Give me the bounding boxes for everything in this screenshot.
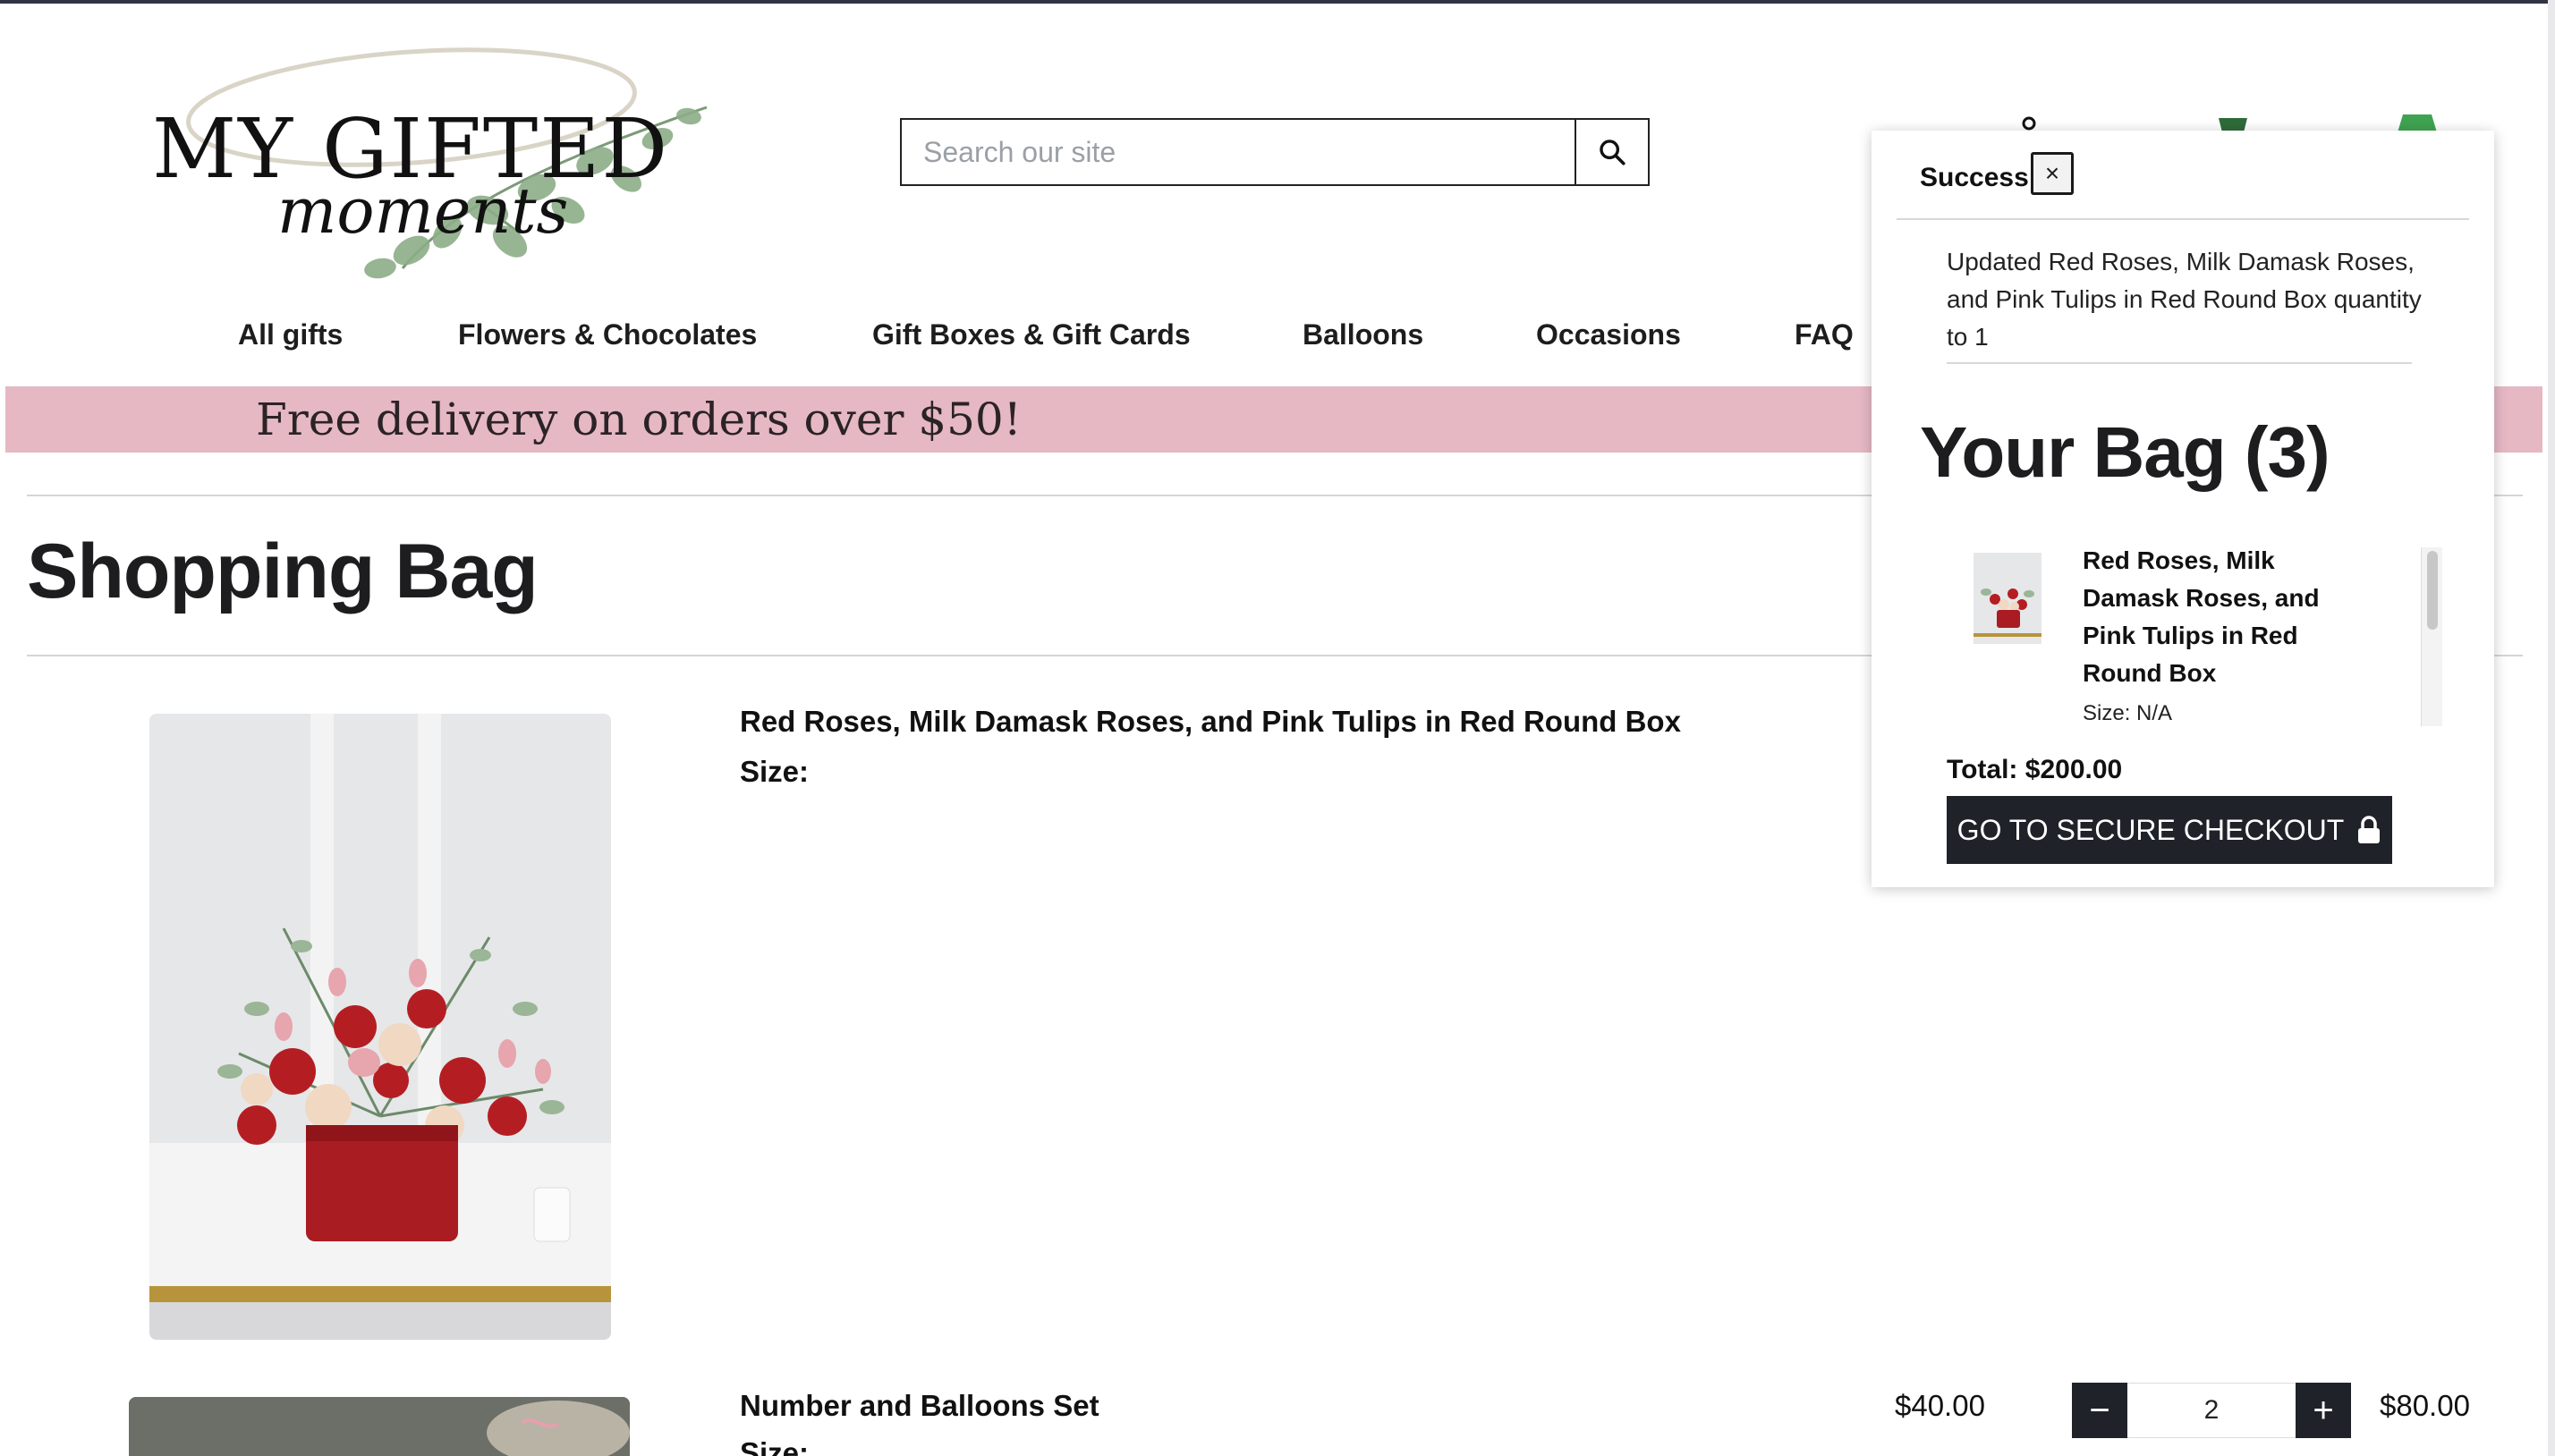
cart-item-name[interactable]: Number and Balloons Set [740,1389,1099,1423]
success-label: Success! [1920,163,2038,192]
site-logo[interactable]: MY GIFTED moments [143,27,716,295]
nav-item-gift-boxes[interactable]: Gift Boxes & Gift Cards [872,318,1191,351]
lock-icon [2358,816,2381,843]
bag-item-name[interactable]: Red Roses, Milk Damask Roses, and Pink T… [2083,542,2360,692]
product-image[interactable] [149,714,611,1340]
bag-title: Your Bag (3) [1920,412,2330,492]
unit-price: $40.00 [1895,1389,1985,1422]
search-input[interactable] [902,120,1575,184]
nav-item-occasions[interactable]: Occasions [1536,318,1681,351]
bag-item-size: Size: N/A [2083,701,2173,721]
cart-item-size: Size: [740,1436,810,1456]
divider [1947,362,2412,364]
bag-total: Total: $200.00 [1947,755,2123,784]
page-title: Shopping Bag [27,529,539,614]
cart-item-name[interactable]: Red Roses, Milk Damask Roses, and Pink T… [740,705,1681,739]
bag-item-thumbnail[interactable] [1974,553,2041,644]
divider [1897,218,2469,220]
window-edge [2548,0,2555,1456]
product-image[interactable] [129,1397,630,1456]
banner-text: Free delivery on orders over $50! [256,394,1022,445]
close-popup-button[interactable]: × [2031,152,2074,195]
search-button[interactable] [1575,120,1648,184]
quantity-stepper: − + [2072,1383,2351,1438]
cart-item-size: Size: [740,755,810,788]
secure-checkout-button[interactable]: GO TO SECURE CHECKOUT [1947,796,2392,864]
bag-list-scrollbar[interactable] [2421,547,2442,726]
nav-item-flowers-chocolates[interactable]: Flowers & Chocolates [458,318,757,351]
quantity-input[interactable] [2127,1383,2296,1438]
line-total: $80.00 [2380,1389,2470,1422]
logo-text-bottom: moments [277,174,568,248]
mini-cart-popup: Success! × Updated Red Roses, Milk Damas… [1872,131,2494,887]
decrease-quantity-button[interactable]: − [2072,1383,2127,1438]
update-message: Updated Red Roses, Milk Damask Roses, an… [1947,248,2422,351]
scrollbar-thumb[interactable] [2427,551,2438,630]
checkout-label: GO TO SECURE CHECKOUT [1957,813,2345,846]
increase-quantity-button[interactable]: + [2296,1383,2351,1438]
nav-item-all-gifts[interactable]: All gifts [238,318,343,351]
search-icon [1600,140,1626,165]
search-bar [900,118,1650,186]
bag-item-list: Red Roses, Milk Damask Roses, and Pink T… [1872,542,2426,721]
close-icon: × [2044,159,2060,187]
account-icon[interactable] [2022,116,2036,131]
nav-item-faq[interactable]: FAQ [1795,318,1854,351]
nav-item-balloons[interactable]: Balloons [1303,318,1423,351]
top-border [0,0,2555,4]
